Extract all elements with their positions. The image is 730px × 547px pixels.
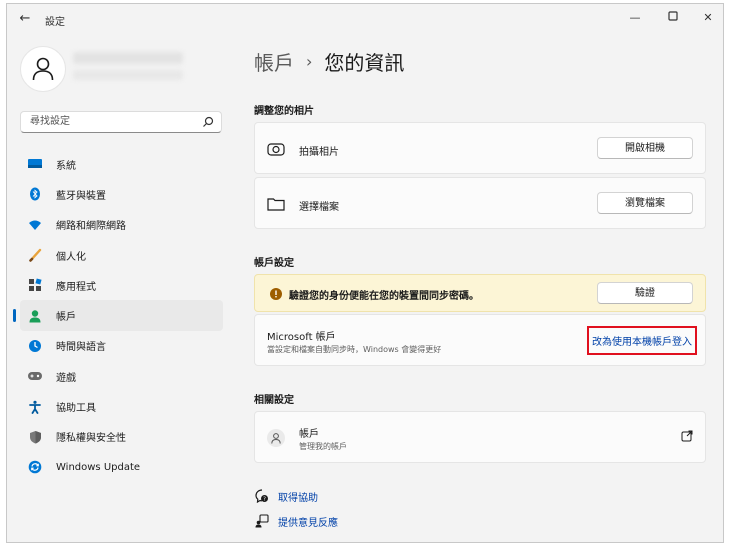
- open-external-icon[interactable]: [681, 430, 693, 442]
- search-input[interactable]: [28, 115, 202, 128]
- folder-icon: [267, 195, 285, 213]
- microsoft-account-title: Microsoft 帳戶: [267, 332, 336, 343]
- person-icon: [32, 57, 54, 81]
- sidebar-item-label: 個人化: [56, 251, 86, 263]
- apps-icon: [27, 277, 43, 293]
- sidebar-item-label: 隱私權與安全性: [56, 433, 126, 445]
- section-title-photo: 調整您的相片: [254, 106, 314, 117]
- sidebar-item-accessibility[interactable]: 協助工具: [20, 391, 223, 421]
- back-arrow-icon[interactable]: ←: [15, 10, 35, 28]
- sidebar-nav: 系統 藍牙與裝置 網路和網際網路 個人化 應用程式 帳戶 時間與語言 遊戲 協助…: [13, 149, 223, 482]
- sidebar-item-label: 藍牙與裝置: [56, 190, 106, 202]
- verify-button[interactable]: 驗證: [597, 282, 693, 304]
- gaming-icon: [27, 368, 43, 384]
- minimize-icon[interactable]: —: [620, 8, 650, 28]
- section-title-account-settings: 帳戶設定: [254, 258, 294, 269]
- related-account-title: 帳戶: [299, 429, 319, 440]
- bluetooth-icon: [27, 186, 43, 202]
- help-icon: ?: [254, 488, 270, 504]
- search-icon[interactable]: [201, 115, 215, 129]
- sidebar-item-accounts[interactable]: 帳戶: [13, 300, 223, 331]
- svg-text:?: ?: [263, 497, 266, 503]
- choose-file-label: 選擇檔案: [299, 202, 339, 213]
- time-language-icon: [27, 338, 43, 354]
- verify-identity-text: 驗證您的身份便能在您的裝置間同步密碼。: [289, 291, 479, 302]
- breadcrumb-parent[interactable]: 帳戶: [254, 47, 294, 76]
- get-help-link[interactable]: ? 取得協助: [254, 488, 318, 504]
- browse-files-button[interactable]: 瀏覽檔案: [597, 192, 693, 214]
- camera-icon: [267, 140, 285, 158]
- privacy-shield-icon: [27, 429, 43, 445]
- give-feedback-link[interactable]: 提供意見反應: [254, 513, 338, 529]
- title-bar: ← 設定 — ✕: [7, 4, 723, 34]
- take-photo-label: 拍攝相片: [299, 147, 339, 158]
- related-account-card[interactable]: 帳戶 管理我的帳戶: [254, 411, 706, 463]
- sidebar-item-label: 時間與語言: [56, 342, 106, 354]
- give-feedback-label: 提供意見反應: [278, 517, 338, 529]
- sidebar-item-gaming[interactable]: 遊戲: [20, 361, 223, 391]
- sidebar-item-bluetooth[interactable]: 藍牙與裝置: [20, 179, 223, 209]
- system-icon: [27, 156, 43, 172]
- warning-icon: [267, 285, 285, 303]
- search-box[interactable]: [20, 111, 222, 133]
- app-title: 設定: [45, 17, 65, 28]
- microsoft-account-card: Microsoft 帳戶 當設定和檔案自動同步時，Windows 會變得更好 改…: [254, 314, 706, 366]
- sidebar-item-windows-update[interactable]: Windows Update: [20, 452, 223, 482]
- take-photo-card: 拍攝相片 開啟相機: [254, 122, 706, 174]
- sidebar-item-label: 協助工具: [56, 403, 96, 415]
- sidebar-item-apps[interactable]: 應用程式: [20, 270, 223, 300]
- microsoft-account-subtitle: 當設定和檔案自動同步時，Windows 會變得更好: [267, 345, 442, 354]
- breadcrumb-separator: ›: [306, 52, 313, 71]
- sidebar-item-label: 系統: [56, 160, 76, 172]
- get-help-label: 取得協助: [278, 492, 318, 504]
- selected-indicator: [13, 309, 16, 323]
- personalization-icon: [27, 247, 43, 263]
- sidebar-item-label: Windows Update: [56, 461, 141, 473]
- section-title-related: 相關設定: [254, 395, 294, 406]
- sidebar-item-label: 遊戲: [56, 372, 76, 384]
- sidebar-item-label: 帳戶: [56, 312, 76, 324]
- maximize-icon[interactable]: [658, 8, 688, 28]
- sidebar-item-network[interactable]: 網路和網際網路: [20, 210, 223, 240]
- sidebar-item-label: 網路和網際網路: [56, 221, 126, 233]
- sidebar-item-personalization[interactable]: 個人化: [20, 240, 223, 270]
- accessibility-icon: [27, 399, 43, 415]
- settings-window: ← 設定 — ✕ 系統 藍牙與裝置 網路和網際網路 個人化: [6, 3, 724, 543]
- sign-in-local-account-link[interactable]: 改為使用本機帳戶登入: [587, 326, 697, 355]
- close-icon[interactable]: ✕: [693, 8, 723, 28]
- profile-name-blurred: [73, 52, 183, 64]
- feedback-icon: [254, 513, 270, 529]
- related-account-subtitle: 管理我的帳戶: [299, 442, 347, 451]
- person-icon: [267, 429, 285, 447]
- sidebar-item-system[interactable]: 系統: [20, 149, 223, 179]
- sidebar-item-privacy[interactable]: 隱私權與安全性: [20, 422, 223, 452]
- sidebar-item-label: 應用程式: [56, 281, 96, 293]
- verify-identity-card: 驗證您的身份便能在您的裝置間同步密碼。 驗證: [254, 274, 706, 312]
- account-icon: [27, 308, 43, 324]
- choose-file-card: 選擇檔案 瀏覽檔案: [254, 177, 706, 229]
- profile-email-blurred: [73, 70, 183, 80]
- open-camera-button[interactable]: 開啟相機: [597, 137, 693, 159]
- page-title: 您的資訊: [324, 51, 405, 75]
- breadcrumb: 帳戶 › 您的資訊: [254, 47, 404, 76]
- network-icon: [27, 217, 43, 233]
- windows-update-icon: [27, 459, 43, 475]
- sidebar-item-time-language[interactable]: 時間與語言: [20, 331, 223, 361]
- avatar: [20, 46, 66, 92]
